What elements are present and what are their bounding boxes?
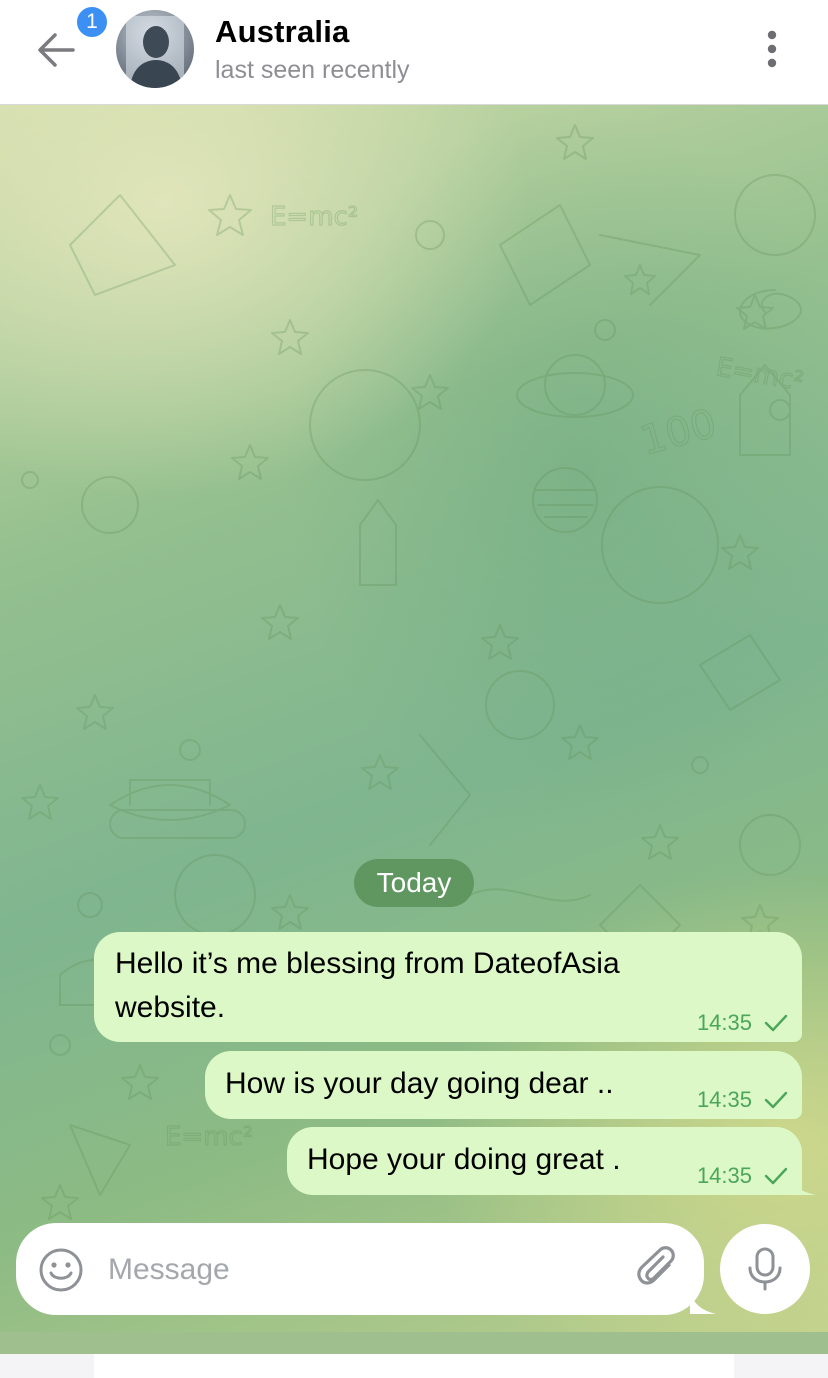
chat-header: 1 Australia last seen recently (0, 0, 828, 105)
message-meta: 14:35 (697, 1010, 788, 1036)
composer-tail (690, 1290, 716, 1314)
message-text-line: website. (115, 991, 226, 1024)
svg-text:E=mc²: E=mc² (270, 202, 358, 232)
message-composer (16, 1223, 704, 1315)
microphone-icon (748, 1247, 782, 1291)
outgoing-message[interactable]: Hello it’s me blessing from DateofAsia w… (94, 932, 802, 1042)
voice-record-button[interactable] (720, 1224, 810, 1314)
emoji-icon[interactable] (38, 1247, 84, 1293)
message-input[interactable] (106, 1241, 630, 1299)
keyboard-area (0, 1354, 828, 1378)
message-text: Hope your doing great . (307, 1143, 621, 1176)
avatar[interactable] (116, 10, 194, 88)
message-time: 14:35 (696, 1010, 752, 1035)
single-check-icon (764, 1014, 788, 1032)
svg-text:E=mc²: E=mc² (714, 352, 806, 397)
message-text: How is your day going dear .. (225, 1067, 614, 1100)
message-time: 14:35 (696, 1087, 752, 1112)
chat-area[interactable]: E=mc² E=mc² E=mc² 100 Today Hello it’s m… (0, 105, 828, 1332)
message-text-line: Hello it’s me blessing from DateofAsia (115, 947, 620, 980)
contact-name[interactable]: Australia (215, 14, 349, 50)
message-text: Hello it’s me blessing from DateofAsia w… (115, 942, 620, 1030)
svg-text:E=mc²: E=mc² (165, 1122, 253, 1152)
bottom-strip (0, 1332, 828, 1354)
back-button[interactable] (30, 26, 82, 74)
bubble-tail (790, 1171, 816, 1195)
contact-status: last seen recently (215, 56, 410, 84)
single-check-icon (764, 1091, 788, 1109)
more-vertical-icon (767, 30, 777, 68)
date-separator: Today (354, 859, 474, 907)
svg-text:100: 100 (636, 400, 722, 464)
paperclip-icon[interactable] (636, 1245, 680, 1293)
single-check-icon (764, 1167, 788, 1185)
outgoing-message[interactable]: Hope your doing great . 14:35 (287, 1127, 802, 1195)
message-meta: 14:35 (697, 1087, 788, 1113)
more-options-button[interactable] (752, 26, 792, 72)
keyboard-panel (94, 1354, 734, 1378)
outgoing-message[interactable]: How is your day going dear .. 14:35 (205, 1051, 802, 1119)
back-arrow-icon (38, 33, 75, 67)
message-meta: 14:35 (697, 1163, 788, 1189)
message-time: 14:35 (696, 1163, 752, 1188)
unread-count-badge: 1 (74, 4, 110, 40)
